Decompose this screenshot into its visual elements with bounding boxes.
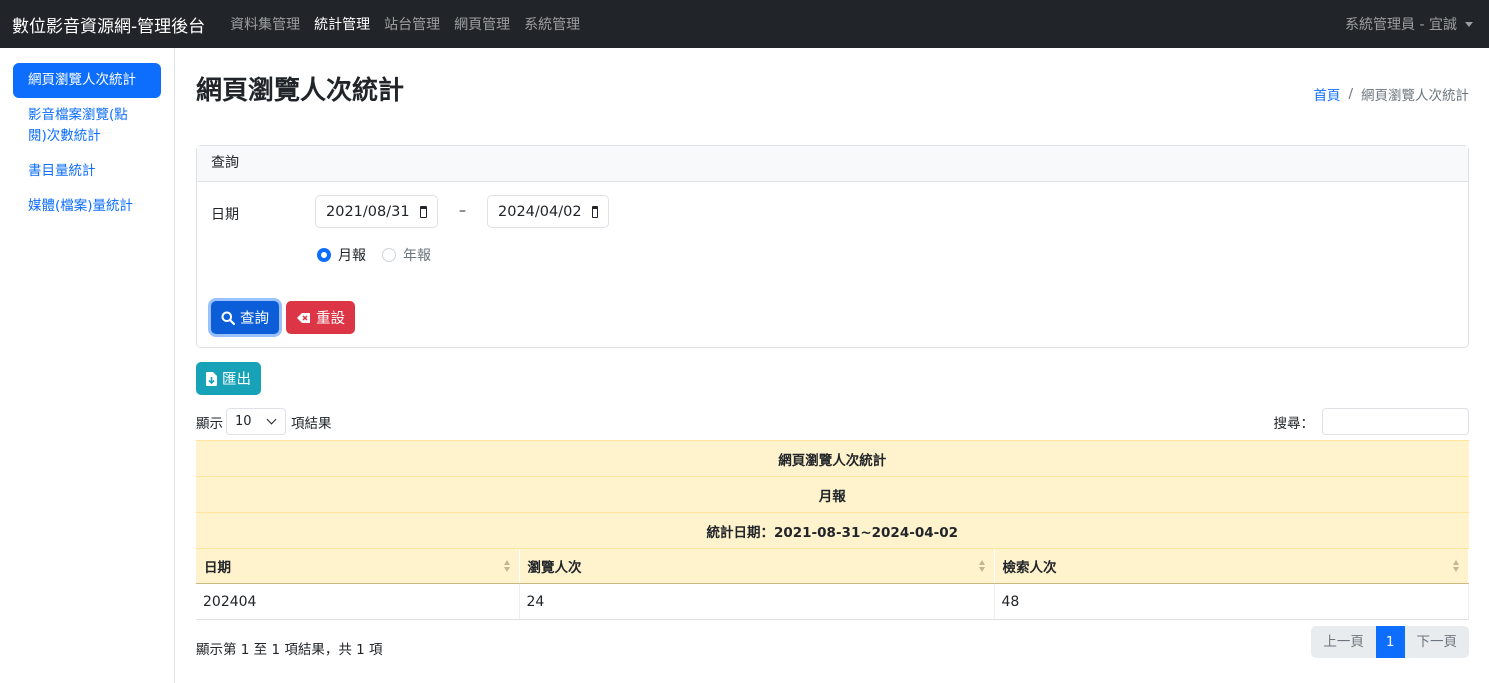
end-date-value: 2024/04/02	[498, 203, 582, 220]
yearly-radio[interactable]	[382, 248, 396, 262]
statistics-table: 網頁瀏覽人次統計 月報 統計日期：2021-08-31~2024-04-02 日…	[196, 440, 1469, 620]
page-length-value: 10	[235, 414, 252, 429]
sidebar: 網頁瀏覽人次統計 影音檔案瀏覽(點閱)次數統計 書目量統計 媒體(檔案)量統計	[0, 48, 175, 683]
column-header-page-views-label: 瀏覽人次	[527, 560, 582, 576]
pagination-previous[interactable]: 上一頁	[1311, 626, 1376, 658]
nav-statistics-management[interactable]: 統計管理	[314, 14, 370, 34]
pagination-page-1[interactable]: 1	[1375, 626, 1405, 658]
pagination: 上一頁 1 下一頁	[1311, 626, 1469, 658]
search-button[interactable]: 查詢	[211, 301, 279, 334]
table-subtitle: 月報	[196, 476, 1469, 513]
table-subtitle-row: 月報	[196, 476, 1469, 513]
search-icon	[221, 311, 235, 325]
breadcrumb-separator: /	[1348, 86, 1353, 102]
export-button[interactable]: 匯出	[196, 362, 261, 395]
page-length-suffix: 項結果	[291, 415, 332, 432]
file-export-icon	[206, 371, 217, 386]
sidebar-item-webpage-views[interactable]: 網頁瀏覽人次統計	[13, 63, 161, 98]
table-cell-date: 202404	[196, 583, 520, 620]
end-date-input[interactable]: 2024/04/02	[487, 195, 609, 228]
start-date-value: 2021/08/31	[326, 203, 410, 220]
table-header-row: 日期 瀏覽人次 檢索人次	[196, 548, 1469, 584]
brand-title[interactable]: 數位影音資源網-管理後台	[12, 12, 205, 37]
report-type-radio-group: 月報 年報	[317, 245, 447, 265]
breadcrumb: 首頁 / 網頁瀏覽人次統計	[1313, 84, 1469, 104]
search-button-label: 查詢	[240, 311, 269, 327]
caret-down-icon	[1465, 21, 1473, 27]
monthly-radio[interactable]	[317, 248, 331, 262]
column-header-date[interactable]: 日期	[196, 548, 520, 584]
sort-icon	[503, 560, 511, 574]
page-length-control: 顯示 10 項結果	[196, 408, 332, 435]
export-button-label: 匯出	[222, 372, 251, 388]
user-menu[interactable]: 系統管理員 - 宜誠	[1345, 14, 1477, 34]
pagination-next[interactable]: 下一頁	[1404, 626, 1469, 658]
main-content: 網頁瀏覽人次統計 首頁 / 網頁瀏覽人次統計 查詢 日期 2021/08/31 …	[196, 48, 1469, 683]
table-title-row: 網頁瀏覽人次統計	[196, 440, 1469, 477]
query-card: 查詢 日期 2021/08/31 – 2024/04/02 月報 年報 查詢 重…	[196, 145, 1469, 348]
column-header-date-label: 日期	[204, 560, 231, 576]
nav-webpage-management[interactable]: 網頁管理	[454, 14, 510, 34]
top-navbar: 數位影音資源網-管理後台 資料集管理 統計管理 站台管理 網頁管理 系統管理 系…	[0, 0, 1489, 48]
table-search-label: 搜尋：	[1273, 415, 1315, 432]
table-search-control: 搜尋：	[1273, 408, 1469, 435]
reset-button-label: 重設	[316, 311, 345, 327]
table-info: 顯示第 1 至 1 項結果，共 1 項	[196, 642, 383, 658]
sort-icon	[1453, 560, 1460, 574]
page-length-prefix: 顯示	[196, 415, 223, 432]
page-title: 網頁瀏覽人次統計	[196, 76, 405, 106]
table-cell-searches: 48	[994, 583, 1469, 620]
table-row: 202404 24 48	[196, 583, 1469, 620]
column-header-page-views[interactable]: 瀏覽人次	[519, 548, 995, 584]
nav-dataset-management[interactable]: 資料集管理	[230, 14, 300, 34]
nav-site-management[interactable]: 站台管理	[384, 14, 440, 34]
reset-button[interactable]: 重設	[286, 301, 355, 334]
column-header-searches[interactable]: 檢索人次	[994, 548, 1469, 584]
table-date-range: 統計日期：2021-08-31~2024-04-02	[196, 512, 1469, 549]
table-title: 網頁瀏覽人次統計	[196, 440, 1469, 477]
table-range-row: 統計日期：2021-08-31~2024-04-02	[196, 512, 1469, 549]
sidebar-item-media-views[interactable]: 影音檔案瀏覽(點閱)次數統計	[13, 98, 161, 154]
date-range-separator: –	[459, 203, 466, 219]
page-length-select[interactable]: 10	[226, 408, 286, 435]
calendar-icon[interactable]	[591, 205, 598, 218]
start-date-input[interactable]: 2021/08/31	[315, 195, 438, 228]
user-name: 系統管理員 - 宜誠	[1345, 17, 1457, 33]
sort-icon	[978, 560, 986, 574]
eraser-icon	[297, 312, 310, 323]
nav-system-management[interactable]: 系統管理	[524, 14, 580, 34]
monthly-radio-label[interactable]: 月報	[338, 245, 366, 265]
breadcrumb-current: 網頁瀏覽人次統計	[1361, 88, 1469, 104]
query-card-header: 查詢	[197, 146, 1468, 182]
table-cell-page-views: 24	[519, 583, 995, 620]
sidebar-item-bibliography-count[interactable]: 書目量統計	[13, 154, 161, 189]
calendar-icon[interactable]	[419, 205, 427, 218]
date-label: 日期	[211, 207, 239, 223]
yearly-radio-label[interactable]: 年報	[403, 245, 431, 265]
chevron-down-icon	[266, 414, 277, 425]
column-header-searches-label: 檢索人次	[1002, 560, 1057, 576]
breadcrumb-home-link[interactable]: 首頁	[1313, 84, 1340, 104]
table-search-input[interactable]	[1322, 408, 1469, 435]
sidebar-item-media-file-count[interactable]: 媒體(檔案)量統計	[13, 189, 161, 224]
